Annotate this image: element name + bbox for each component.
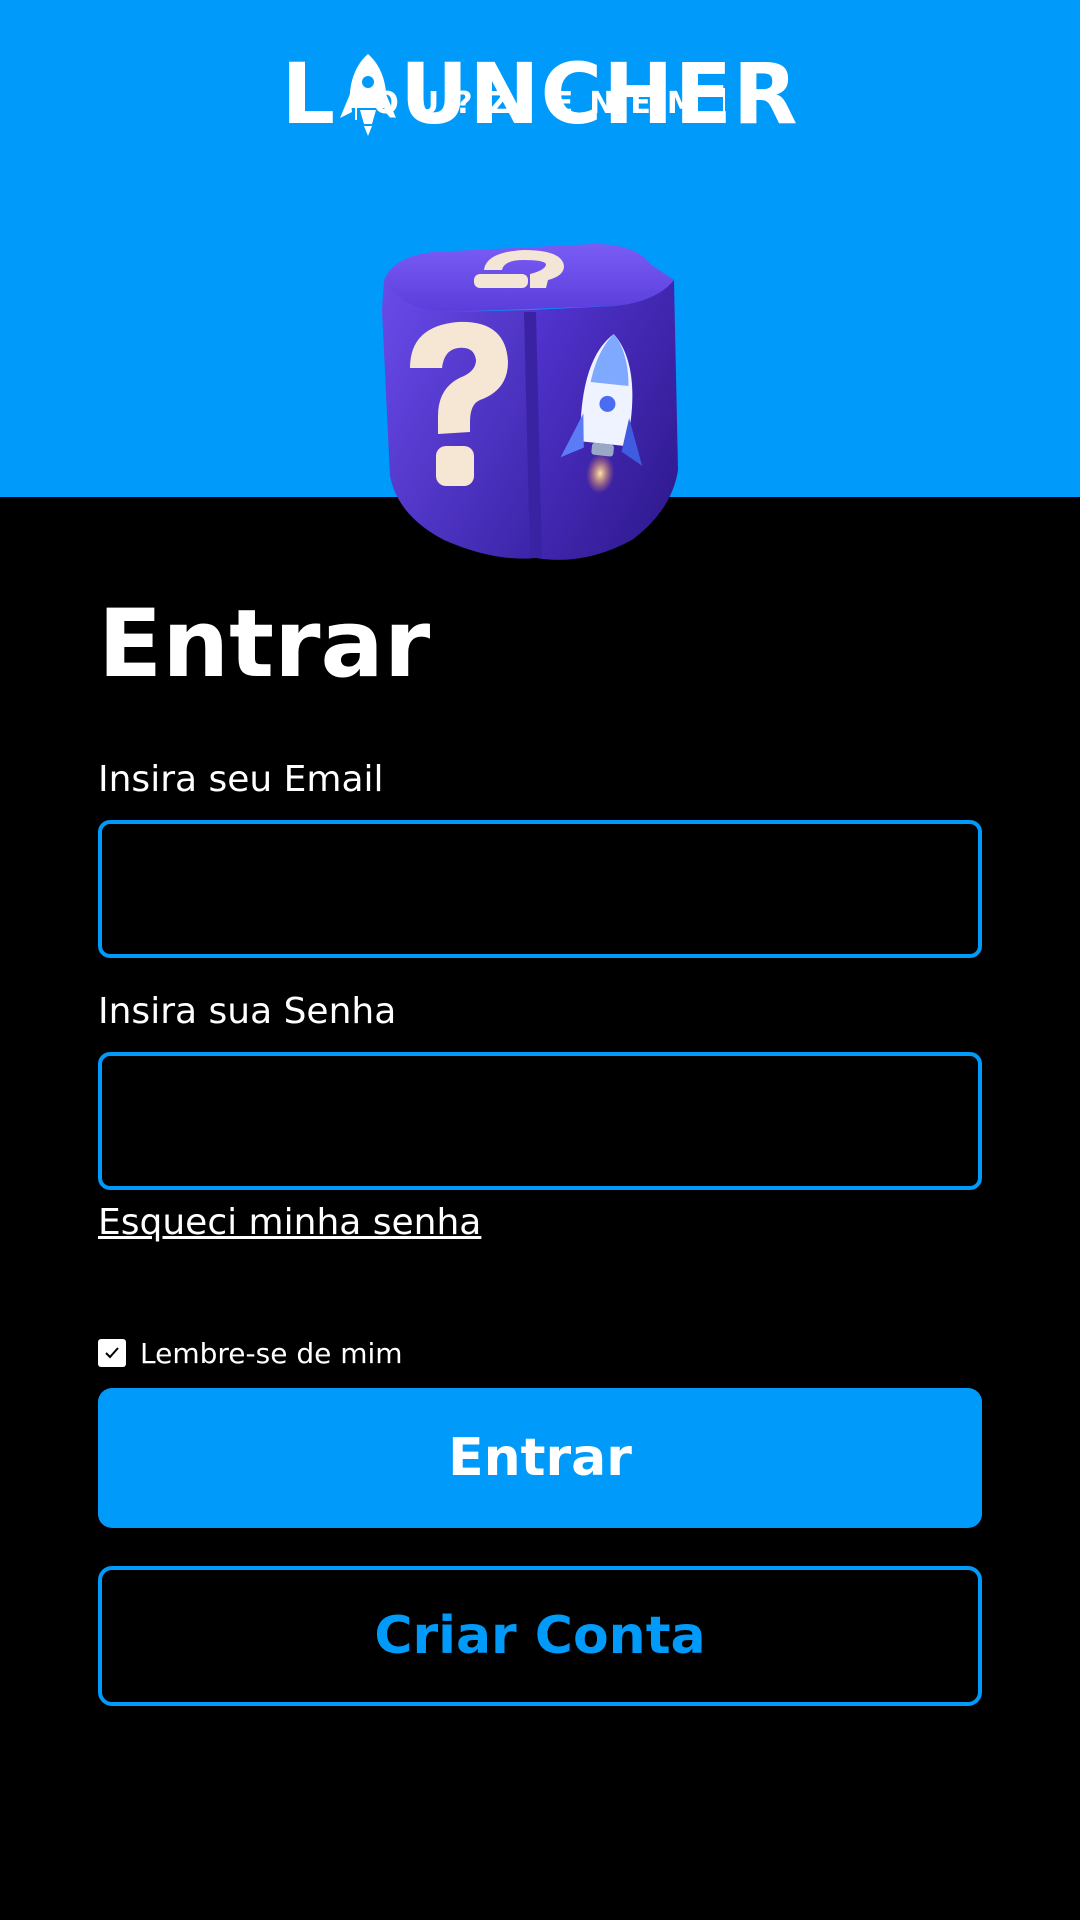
question-rocket-cube-icon bbox=[374, 240, 714, 580]
password-label: Insira sua Senha bbox=[98, 991, 397, 1032]
remember-me-checkbox[interactable] bbox=[98, 1339, 126, 1367]
login-screen: L UNCHER QU?Z ENEM Entrar Insira seu Ema… bbox=[0, 0, 1080, 1920]
logo-subtitle: QU?Z ENEM bbox=[355, 88, 725, 120]
login-button[interactable]: Entrar bbox=[98, 1388, 982, 1528]
email-field[interactable] bbox=[98, 820, 982, 958]
create-account-button[interactable]: Criar Conta bbox=[98, 1566, 982, 1706]
email-label: Insira seu Email bbox=[98, 759, 384, 800]
forgot-password-link[interactable]: Esqueci minha senha bbox=[98, 1200, 481, 1246]
logo-subtitle-wrap: QU?Z ENEM bbox=[0, 88, 1080, 120]
remember-me-label[interactable]: Lembre-se de mim bbox=[140, 1337, 403, 1370]
page-title: Entrar bbox=[98, 590, 431, 699]
checkmark-icon bbox=[105, 1347, 119, 1359]
remember-me-row: Lembre-se de mim bbox=[98, 1337, 403, 1370]
password-field[interactable] bbox=[98, 1052, 982, 1190]
